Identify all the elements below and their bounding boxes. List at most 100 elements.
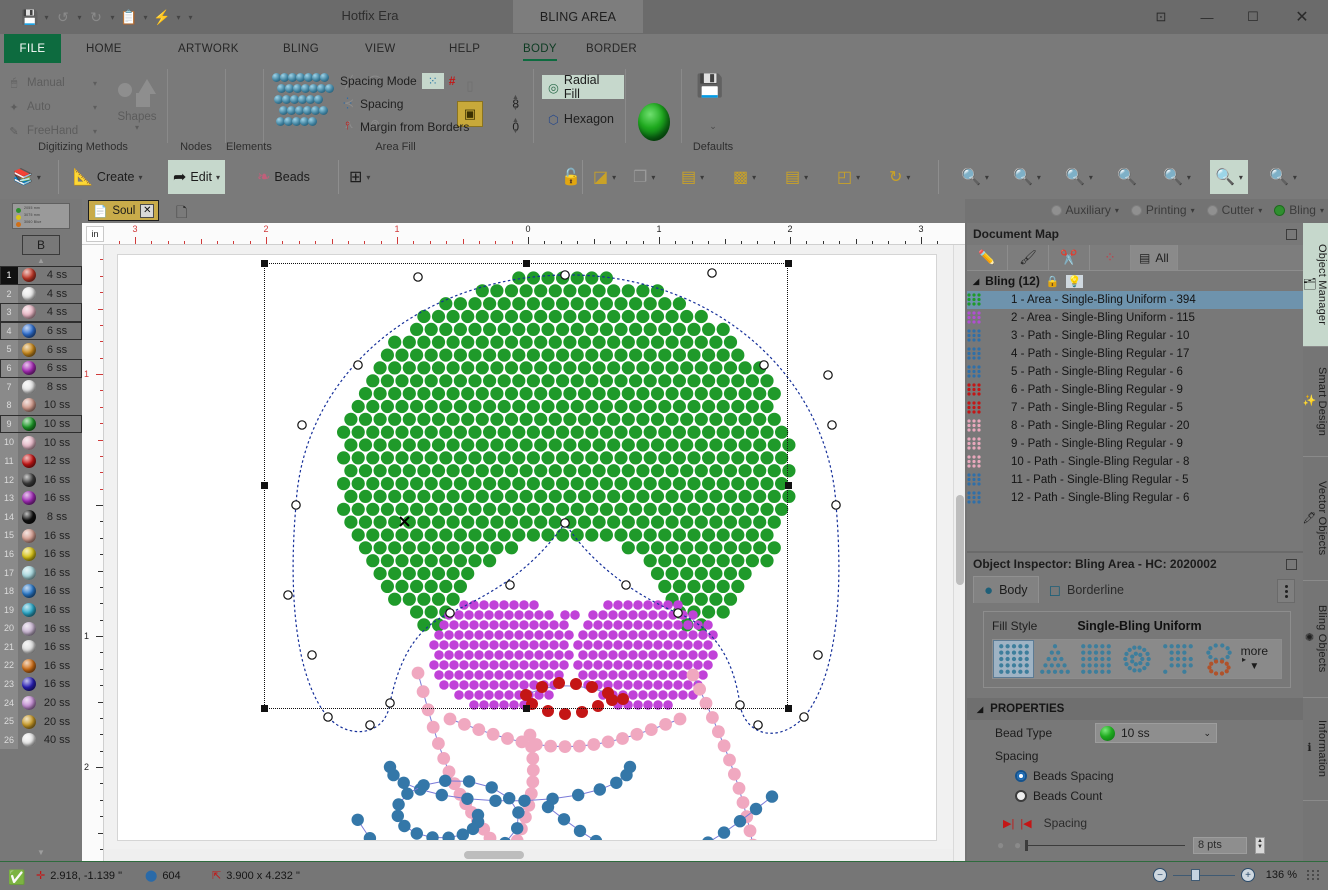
ribbon-bead-preview[interactable]: 10 ss <box>626 63 682 155</box>
palette-row[interactable]: 18 16 ss <box>0 582 82 601</box>
color-swatch-button[interactable]: ◪ ▾ <box>588 160 621 194</box>
digitizing-auto[interactable]: ✦ Auto ▾ <box>6 95 111 119</box>
menu-home[interactable]: HOME <box>78 34 130 63</box>
mode-auxiliary[interactable]: Auxiliary ▾ <box>1051 203 1119 217</box>
lock-icon[interactable]: 🔒 <box>1046 275 1060 288</box>
ruler-unit-label[interactable]: in <box>86 226 104 242</box>
fill-style-diamond[interactable] <box>1198 640 1239 678</box>
chevron-down-icon[interactable]: ▾ <box>1089 173 1093 182</box>
menu-border[interactable]: BORDER <box>578 34 645 63</box>
document-map-item[interactable]: 11 - Path - Single-Bling Regular - 5 <box>967 471 1303 489</box>
bead-pattern-preview-icon[interactable] <box>272 73 332 129</box>
document-map-root[interactable]: ◢ Bling (12) 🔒 💡 <box>967 271 1303 291</box>
margin-spinner[interactable]: ▲ ▼ <box>510 115 521 137</box>
palette-scroll-up-icon[interactable]: ▲ <box>0 256 82 265</box>
vertical-scroll-thumb[interactable] <box>956 495 964 585</box>
zoom-slider-knob[interactable] <box>1191 869 1200 881</box>
properties-header[interactable]: ◢ PROPERTIES <box>967 698 1303 720</box>
document-map-item[interactable]: 10 - Path - Single-Bling Regular - 8 <box>967 453 1303 471</box>
spacing-mode-grid-icon[interactable]: # <box>449 74 456 88</box>
palette-row[interactable]: 21 16 ss <box>0 638 82 657</box>
resize-grip-icon[interactable] <box>1307 870 1320 880</box>
selection-handle-bc[interactable] <box>523 705 530 712</box>
group-button[interactable]: ▩ ▾ <box>728 160 761 194</box>
selection-handle-bl[interactable] <box>261 705 268 712</box>
zoom-out-button[interactable]: − <box>1153 868 1167 882</box>
maximize-icon[interactable]: ☐ <box>1230 0 1276 34</box>
close-icon[interactable]: ✕ <box>1276 0 1328 34</box>
bling-area-tab[interactable]: BLING AREA <box>513 0 643 33</box>
pencil-icon[interactable]: ✏️ <box>967 245 1008 270</box>
menu-file[interactable]: FILE <box>4 34 61 63</box>
bead-type-select[interactable]: 10 ss ⌄ <box>1095 723 1217 743</box>
fill-style-uniform-grid[interactable] <box>993 640 1034 678</box>
spacing-slider[interactable] <box>1025 845 1185 846</box>
chevron-down-icon[interactable]: ▾ <box>93 103 97 112</box>
spacing-slider-knob[interactable] <box>1025 840 1028 851</box>
radio-beads-spacing[interactable]: Beads Spacing <box>967 766 1303 786</box>
selection-handle-tl[interactable] <box>261 260 268 267</box>
arrange-grid-button[interactable]: ▤ ▾ <box>676 160 709 194</box>
chevron-down-icon[interactable]: ▾ <box>93 127 97 136</box>
vertical-tab-information[interactable]: ℹ Information <box>1303 698 1328 801</box>
edit-button[interactable]: ➦ Edit ▾ <box>168 160 225 194</box>
chevron-down-icon[interactable]: ▾ <box>985 173 989 182</box>
chevron-down-icon[interactable]: ▾ <box>1258 206 1262 215</box>
order-button[interactable]: ◰ ▾ <box>832 160 865 194</box>
minimize-icon[interactable]: — <box>1184 0 1230 34</box>
palette-row[interactable]: 19 16 ss <box>0 601 82 620</box>
vertical-tab-bling-objects[interactable]: ✺ Bling Objects <box>1303 581 1328 698</box>
chevron-down-icon[interactable]: ▾ <box>752 173 756 182</box>
chevron-down-icon[interactable]: ▾ <box>37 173 41 182</box>
zoom-selection-button[interactable]: 🔍 ▾ <box>1210 160 1248 194</box>
radial-fill-button[interactable]: ◎ Radial Fill <box>542 75 624 99</box>
vertical-tab-vector-objects[interactable]: 🖊 Vector Objects <box>1303 457 1328 581</box>
chevron-down-icon[interactable]: ▾ <box>108 123 166 132</box>
selection-handle-tc[interactable] <box>523 260 530 267</box>
vertical-tab-smart-design[interactable]: ✨ Smart Design <box>1303 347 1328 457</box>
chevron-down-icon[interactable]: ▾ <box>1115 206 1119 215</box>
palette-row[interactable]: 56 ss <box>0 340 82 359</box>
selection-handle-ml[interactable] <box>261 482 268 489</box>
palette-row[interactable]: 9 10 ss <box>0 415 82 434</box>
document-tab-soul[interactable]: 📄 Soul ✕ <box>88 200 159 221</box>
palette-row[interactable]: 10 10 ss <box>0 433 82 452</box>
chevron-down-icon[interactable]: ▾ <box>93 79 97 88</box>
menu-view[interactable]: VIEW <box>357 34 404 63</box>
spacing-radio-a-icon[interactable]: ● <box>997 838 1004 852</box>
document-map-item[interactable]: 2 - Area - Single-Bling Uniform - 115 <box>967 309 1303 327</box>
palette-row[interactable]: 17 16 ss <box>0 564 82 583</box>
shapes-button[interactable]: Shapes ▾ <box>108 71 166 132</box>
zoom-height-button[interactable]: 🔍 ▾ <box>1060 160 1098 194</box>
close-icon[interactable]: ✕ <box>140 204 154 218</box>
menu-artwork[interactable]: ARTWORK <box>170 34 247 63</box>
palette-row[interactable]: 16 16 ss <box>0 545 82 564</box>
object-inspector-pin-icon[interactable] <box>1286 559 1297 570</box>
zoom-width-button[interactable]: 🔍 <box>1112 160 1142 194</box>
spacing-start-icon[interactable]: ▶| <box>1003 817 1014 830</box>
palette-row[interactable]: 4 6 ss <box>0 322 82 341</box>
palette-row[interactable]: 14 8 ss <box>0 508 82 527</box>
palette-row[interactable]: 23 16 ss <box>0 675 82 694</box>
zoom-list-button[interactable]: 🔍 ▾ <box>1264 160 1302 194</box>
chevron-down-icon[interactable]: ⌄ <box>682 121 744 132</box>
canvas-vertical-scrollbar[interactable] <box>953 245 965 861</box>
document-map-item[interactable]: 5 - Path - Single-Bling Regular - 6 <box>967 363 1303 381</box>
zoom-grid-button[interactable]: 🔍 ▾ <box>1158 160 1196 194</box>
chevron-down-icon[interactable]: ▾ <box>700 173 704 182</box>
brush-icon[interactable]: 🖌 <box>1008 245 1049 270</box>
chevron-down-icon[interactable]: ▾ <box>1037 173 1041 182</box>
chevron-down-icon[interactable]: ▾ <box>366 173 370 182</box>
chevron-down-icon[interactable]: ▾ <box>1293 173 1297 182</box>
chevron-down-icon[interactable]: ▾ <box>1187 173 1191 182</box>
transform-origin-button[interactable]: ⊞ ▾ <box>344 160 375 194</box>
spacing-radio-b-icon[interactable]: ● <box>1014 838 1021 852</box>
radio-beads-count[interactable]: Beads Count <box>967 786 1303 806</box>
spacing-spinner[interactable]: ▲ ▼ <box>510 92 521 114</box>
chevron-down-icon[interactable]: ▾ <box>216 173 220 182</box>
hexagon-button[interactable]: ⬡ Hexagon <box>542 107 620 131</box>
zoom-in-button[interactable]: + <box>1241 868 1255 882</box>
palette-row[interactable]: 78 ss <box>0 378 82 397</box>
spacing-mode-diagonal-icon[interactable]: ⁙ <box>422 73 444 89</box>
more-fill-styles-button[interactable]: more ▼ <box>1241 644 1268 672</box>
